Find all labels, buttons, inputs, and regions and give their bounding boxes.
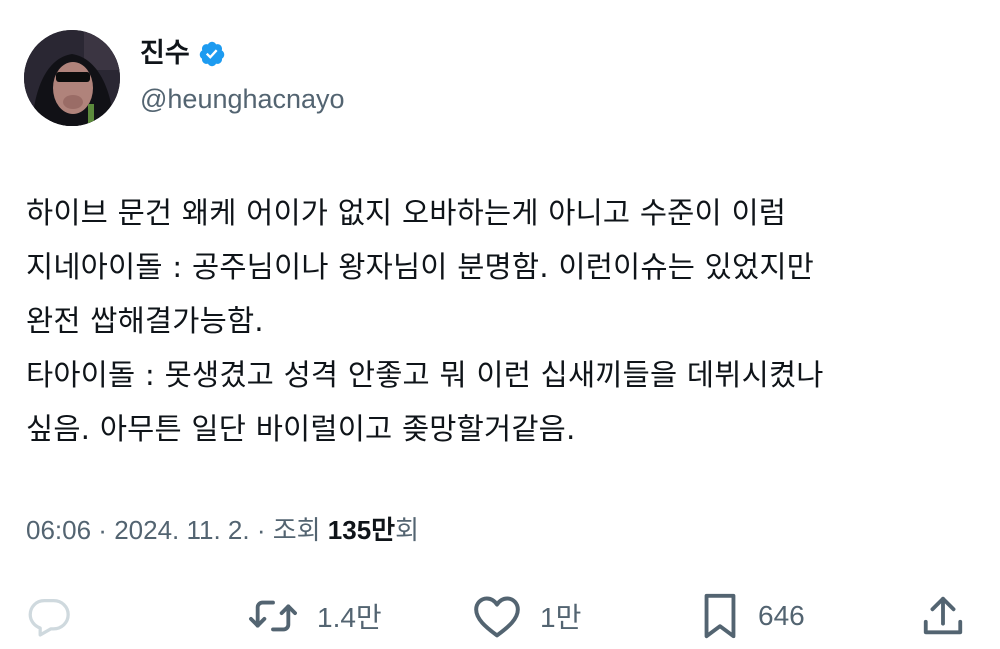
retweet-icon [247, 593, 299, 639]
avatar[interactable] [24, 30, 120, 126]
display-name[interactable]: 진수 [140, 37, 190, 71]
share-button[interactable] [920, 586, 966, 646]
display-name-row: 진수 [140, 37, 226, 71]
retweet-button[interactable]: 1.4만 [247, 586, 382, 646]
retweet-count: 1.4만 [317, 602, 382, 633]
bookmark-button[interactable]: 646 [700, 586, 805, 646]
tweet-line: 지네아이돌 : 공주님이나 왕자님이 분명함. 이런이슈는 있었지만 [26, 250, 815, 284]
tweet-time[interactable]: 06:06 [26, 515, 91, 545]
tweet-line: 하이브 문건 왜케 어이가 없지 오바하는게 아니고 수준이 이럼 [26, 196, 787, 230]
like-count: 1만 [540, 602, 582, 633]
tweet-line: 완전 쌉해결가능함. [26, 304, 264, 338]
reply-icon [26, 593, 72, 639]
tweet-line: 싶음. 아무튼 일단 바이럴이고 좆망할거같음. [26, 412, 576, 446]
views-label: 조회 [272, 515, 328, 545]
views-suffix: 회 [395, 515, 420, 545]
action-bar: 1.4만 1만 646 [0, 586, 1000, 646]
tweet-text: 하이브 문건 왜케 어이가 없지 오바하는게 아니고 수준이 이럼 지네아이돌 … [26, 186, 986, 456]
bookmark-icon [700, 591, 740, 641]
meta-separator: · [91, 515, 115, 545]
tweet-meta: 06:06 · 2024. 11. 2. · 조회 135만회 [26, 512, 419, 548]
like-button[interactable]: 1만 [472, 586, 581, 646]
user-handle[interactable]: @heunghacnayo [140, 82, 345, 116]
heart-icon [472, 593, 522, 639]
share-icon [920, 593, 966, 639]
reply-button[interactable] [26, 586, 72, 646]
tweet-date[interactable]: 2024. 11. 2. [114, 515, 249, 545]
verified-badge-icon [198, 40, 226, 68]
tweet: 진수 @heunghacnayo 하이브 문건 왜케 어이가 없지 오바하는게 … [0, 0, 1000, 649]
views-count: 135만 [327, 515, 396, 545]
bookmark-count: 646 [758, 600, 805, 631]
tweet-line: 타아이돌 : 못생겼고 성격 안좋고 뭐 이런 십새끼들을 데뷔시켰나 [26, 358, 824, 392]
meta-separator: · [249, 515, 273, 545]
